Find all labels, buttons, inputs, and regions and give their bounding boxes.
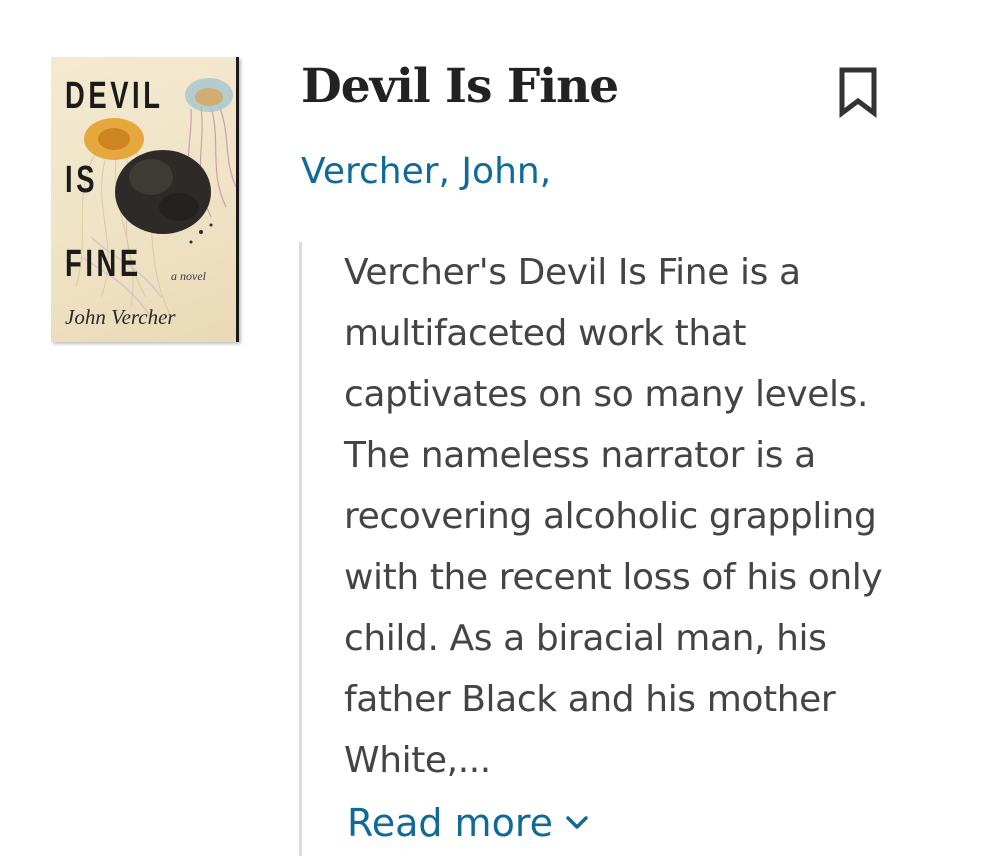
author-link[interactable]: Vercher, John,: [301, 150, 551, 194]
read-more-button[interactable]: Read more: [347, 798, 589, 848]
book-description: Vercher's Devil Is Fine is a multifacete…: [299, 242, 939, 856]
book-title[interactable]: Devil Is Fine: [301, 57, 619, 117]
cover-title-word-2: IS: [65, 159, 99, 201]
bookmark-icon: [839, 67, 877, 118]
chevron-down-icon: [566, 816, 588, 829]
cover-subtitle: a novel: [171, 269, 206, 283]
book-cover[interactable]: DEVIL IS FINE a novel John Vercher: [51, 57, 239, 342]
read-more-label: Read more: [347, 801, 553, 845]
cover-author: John Vercher: [65, 305, 176, 329]
description-text: Vercher's Devil Is Fine is a multifacete…: [344, 252, 883, 781]
bookmark-button[interactable]: [836, 66, 880, 118]
cover-title-word-1: DEVIL: [65, 75, 164, 117]
cover-title-word-3: FINE: [65, 243, 142, 285]
